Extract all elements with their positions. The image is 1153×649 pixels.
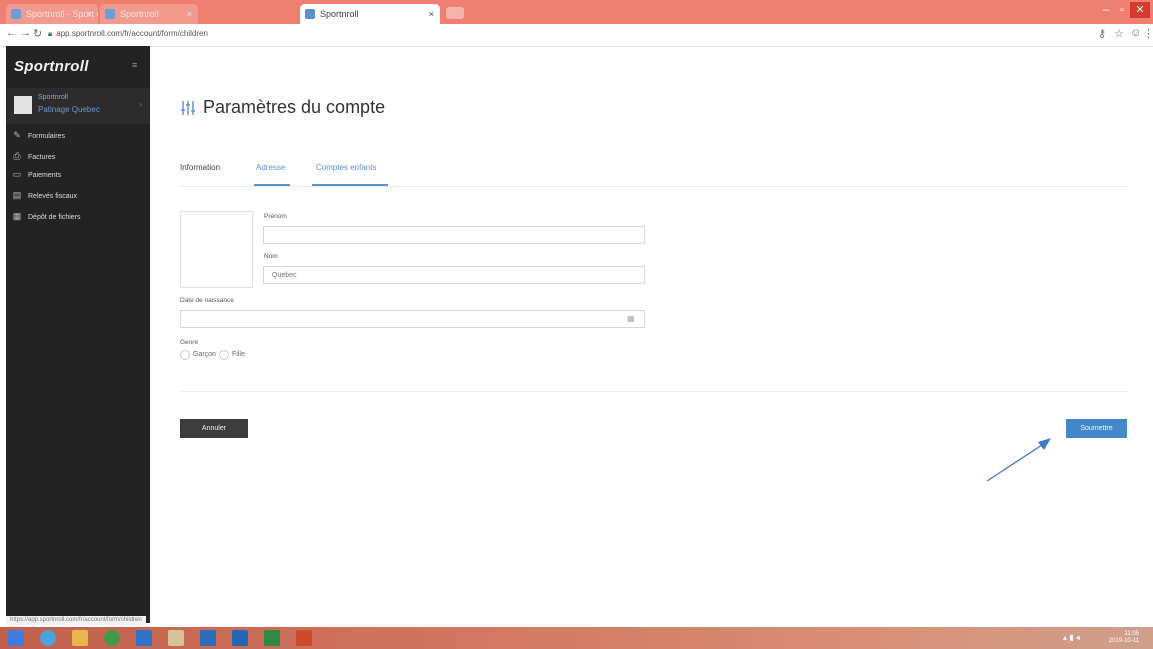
back-arrow-icon[interactable]: ←	[6, 27, 17, 39]
url-field[interactable]: 🔒︎ app.sportnroll.com/fr/account/form/chi…	[48, 29, 208, 39]
reload-icon[interactable]: ↻	[33, 27, 42, 40]
user-name: Patinage Quebec	[38, 105, 100, 114]
browser-tab-label: Sportnroll	[320, 9, 359, 19]
clock-time: 11:05	[1124, 631, 1139, 637]
chevron-right-icon: ›	[139, 100, 142, 109]
sidebar-item-label: Relevés fiscaux	[28, 193, 78, 200]
new-tab-button[interactable]	[446, 7, 464, 19]
file-explorer-icon[interactable]	[72, 630, 88, 646]
radio-fille[interactable]	[219, 350, 229, 360]
menu-icon[interactable]: ⋮	[1143, 27, 1153, 40]
word-icon[interactable]	[200, 630, 216, 646]
divider	[180, 186, 1128, 187]
favicon-icon	[105, 9, 115, 19]
app-logo[interactable]: Sportnroll	[14, 58, 89, 75]
excel-icon[interactable]	[264, 630, 280, 646]
page-title: Paramètres du compte	[203, 97, 386, 117]
first-name-input[interactable]	[263, 226, 645, 244]
start-icon[interactable]	[8, 630, 24, 646]
hamburger-icon[interactable]: ≡	[132, 60, 137, 70]
radio-fille-label: Fille	[232, 351, 245, 358]
sidebar-item-label: Dépôt de fichiers	[28, 214, 81, 221]
browser-tab[interactable]: Sportnroll ×	[100, 4, 198, 24]
minimize-icon[interactable]: –	[1098, 2, 1114, 18]
file-upload-icon: ▦	[12, 211, 22, 221]
favicon-icon	[305, 9, 315, 19]
close-icon[interactable]: ×	[87, 4, 92, 24]
profile-photo-upload[interactable]	[180, 211, 253, 288]
outlook-icon[interactable]	[136, 630, 152, 646]
sidebar-item-label: Formulaires	[28, 133, 65, 140]
user-selector[interactable]: Sportnroll Patinage Quebec ›	[6, 88, 150, 124]
url-text: app.sportnroll.com/fr/account/form/child…	[56, 29, 208, 38]
sidebar: Sportnroll ≡ Sportnroll Patinage Quebec …	[6, 46, 150, 623]
word-doc-icon[interactable]	[232, 630, 248, 646]
chrome-icon[interactable]	[104, 630, 120, 646]
sidebar-item-depot-fichiers[interactable]: ▦ Dépôt de fichiers	[12, 207, 146, 225]
invoice-icon: ⎙	[13, 151, 21, 161]
status-url: https://app.sportnroll.com/fr/account/fo…	[6, 616, 146, 625]
last-name-input[interactable]: Quebec	[263, 266, 645, 284]
sidebar-item-label: Paiements	[28, 172, 62, 179]
radio-garcon-label: Garçon	[193, 351, 216, 358]
gender-label: Genre	[180, 339, 199, 346]
address-bar: ← → ↻ 🔒︎ app.sportnroll.com/fr/account/fo…	[0, 24, 1153, 47]
sidebar-item-factures[interactable]: ⎙ Factures	[12, 147, 146, 165]
avatar	[14, 96, 32, 114]
paint-icon[interactable]	[168, 630, 184, 646]
maximize-icon[interactable]: ▫	[1114, 2, 1130, 18]
annotation-arrow	[986, 438, 1051, 482]
radio-garcon[interactable]	[180, 350, 190, 360]
browser-tab[interactable]: Sportnroll - Sport Organizer ×	[6, 4, 98, 24]
key-icon[interactable]: ⚷	[1098, 27, 1106, 40]
powerpoint-icon[interactable]	[296, 630, 312, 646]
close-icon[interactable]: ×	[187, 4, 192, 24]
close-icon[interactable]: ×	[429, 4, 434, 24]
sidebar-item-releves-fiscaux[interactable]: ▤ Relevés fiscaux	[12, 186, 146, 204]
tab-adresse[interactable]: Adresse	[256, 163, 285, 172]
clock[interactable]: 11:05 2019-10-11	[1109, 631, 1139, 645]
cancel-button[interactable]: Annuler	[180, 419, 248, 438]
last-name-label: Nom	[264, 253, 278, 260]
system-tray-icons[interactable]: ▴ ▮ ◂	[1063, 633, 1080, 642]
browser-tab-bar: Sportnroll - Sport Organizer × Sportnrol…	[0, 0, 1153, 24]
bookmark-star-icon[interactable]: ☆	[1114, 27, 1124, 40]
taskbar: ▴ ▮ ◂ 11:05 2019-10-11	[0, 627, 1153, 649]
profile-icon[interactable]: ☺	[1130, 27, 1141, 39]
user-org: Sportnroll	[38, 94, 68, 101]
lock-icon: 🔒︎	[48, 29, 53, 38]
birth-date-label: Date de naissance	[180, 297, 234, 304]
window-close-icon[interactable]: ✕	[1130, 2, 1150, 18]
settings-sliders-icon	[181, 101, 195, 115]
favicon-icon	[11, 9, 21, 19]
sidebar-item-paiements[interactable]: ▭ Paiements	[12, 165, 146, 183]
tab-comptes-enfants[interactable]: Comptes enfants	[316, 163, 376, 172]
calendar-icon[interactable]: ▦	[627, 314, 635, 323]
submit-button[interactable]: Soumettre	[1066, 419, 1127, 438]
first-name-label: Prénom	[264, 213, 287, 220]
browser-tab-label: Sportnroll	[120, 9, 159, 19]
clock-date: 2019-10-11	[1108, 638, 1139, 644]
forward-arrow-icon[interactable]: →	[20, 27, 31, 39]
tab-information[interactable]: Information	[180, 163, 220, 172]
browser-tab-active[interactable]: Sportnroll ×	[300, 4, 440, 24]
tax-report-icon: ▤	[12, 190, 22, 200]
internet-explorer-icon[interactable]	[40, 630, 56, 646]
sidebar-item-formulaires[interactable]: ✎ Formulaires	[12, 126, 146, 144]
sidebar-item-label: Factures	[28, 154, 56, 161]
divider	[180, 391, 1128, 392]
birth-date-input[interactable]	[180, 310, 645, 328]
payment-icon: ▭	[12, 169, 22, 179]
form-icon: ✎	[13, 130, 21, 140]
